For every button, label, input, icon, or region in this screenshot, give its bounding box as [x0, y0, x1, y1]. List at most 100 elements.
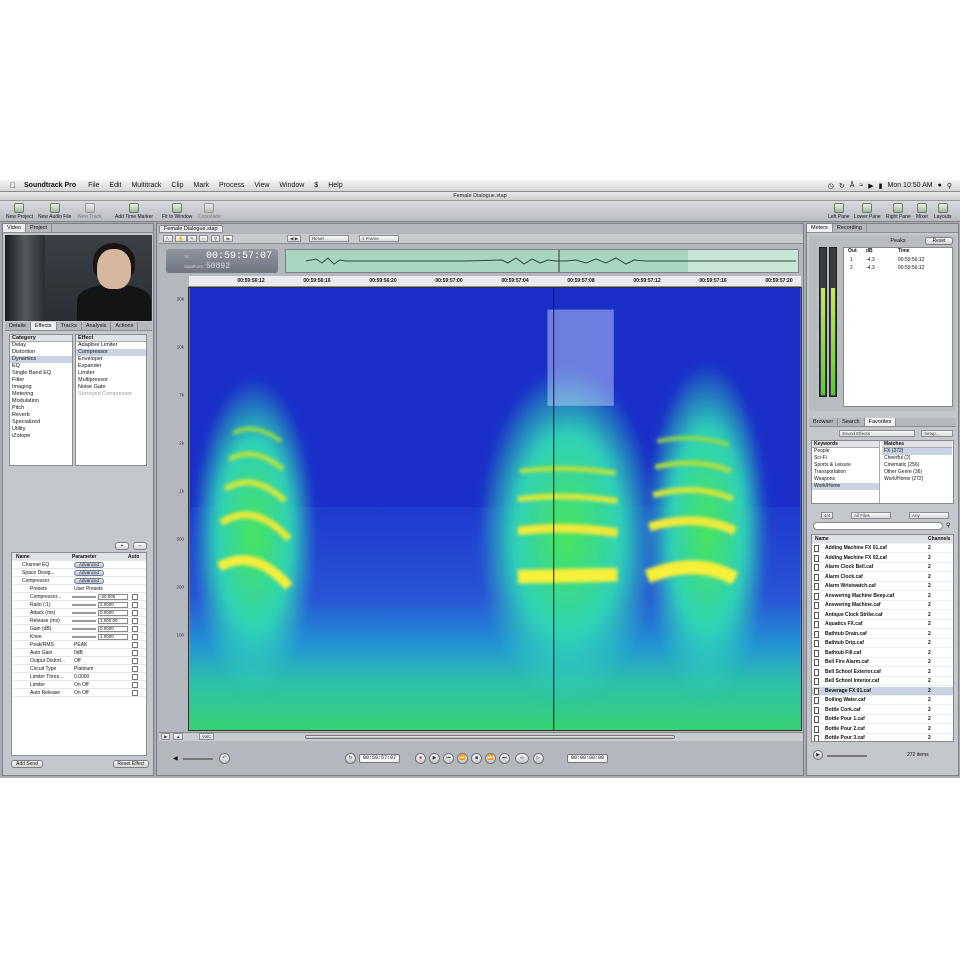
- effect-item[interactable]: Noise Gate: [76, 384, 146, 391]
- zoom-in-button[interactable]: ▲: [173, 733, 184, 740]
- category-item[interactable]: Utility: [10, 426, 72, 433]
- file-row[interactable]: Bottle Pour 3.caf 2: [812, 734, 953, 741]
- play-button[interactable]: ▶: [429, 753, 440, 764]
- apple-menu-icon[interactable]: : [8, 181, 18, 190]
- automation-checkbox[interactable]: [132, 658, 138, 664]
- filter-any-select[interactable]: Any: [909, 512, 949, 519]
- automation-checkbox[interactable]: [132, 602, 138, 608]
- pointer-tool[interactable]: ↖: [163, 235, 173, 242]
- match-item[interactable]: Cinematic (256): [882, 462, 952, 469]
- reset-tool-button[interactable]: Reset: [309, 235, 349, 242]
- menu-clock[interactable]: Mon 10:50 AM: [887, 182, 932, 189]
- parameter-value[interactable]: 0.0000: [74, 673, 89, 681]
- tab-browser[interactable]: Browser: [809, 418, 839, 426]
- scrub-tool[interactable]: ⇆: [223, 235, 233, 242]
- parameter-slider[interactable]: [72, 596, 96, 598]
- parameter-value[interactable]: Off: [74, 657, 81, 665]
- category-item[interactable]: Single Band EQ: [10, 370, 72, 377]
- app-menu[interactable]: Soundtrack Pro: [24, 182, 76, 189]
- parameter-value[interactable]: 0dB: [74, 649, 83, 657]
- automation-checkbox[interactable]: [132, 650, 138, 656]
- file-row[interactable]: Answering Machine.caf 2: [812, 601, 953, 610]
- automation-checkbox[interactable]: [132, 626, 138, 632]
- lower-pane-button[interactable]: Lower Pane: [854, 203, 881, 220]
- effect-row[interactable]: Space Desig... Advanced: [12, 569, 146, 577]
- timecode-display[interactable]: TC SAMPLES 00:59:57:07 50892: [166, 249, 278, 273]
- global-waveform-view[interactable]: [285, 249, 799, 273]
- automation-checkbox[interactable]: [132, 634, 138, 640]
- file-tab[interactable]: Female Dialogue.stap: [159, 225, 223, 233]
- volume-icon[interactable]: ▶: [868, 182, 873, 190]
- to-start-button[interactable]: ⏮: [443, 753, 454, 764]
- tab-project[interactable]: Project: [26, 224, 53, 232]
- parameter-slider[interactable]: [72, 636, 96, 638]
- match-item[interactable]: Other Genre (36): [882, 469, 952, 476]
- automation-checkbox[interactable]: [132, 674, 138, 680]
- left-pane-button[interactable]: Left Pane: [828, 203, 849, 220]
- parameter-value[interactable]: 2.0000: [98, 602, 128, 608]
- file-row[interactable]: Boiling Water.caf 2: [812, 696, 953, 705]
- effect-item[interactable]: Surround Compressor: [76, 391, 146, 398]
- add-time-marker-button[interactable]: Add Time Marker: [115, 203, 153, 220]
- file-row[interactable]: Bell School Interior.caf 2: [812, 677, 953, 686]
- reset-effect-button[interactable]: Reset Effect: [113, 760, 149, 768]
- match-item[interactable]: FX (272): [882, 448, 952, 455]
- crossfade-button[interactable]: Crossfade: [198, 203, 221, 220]
- new-track-button[interactable]: New Track: [78, 203, 102, 220]
- match-item[interactable]: Work/Home (272): [882, 476, 952, 483]
- selection-box[interactable]: [547, 309, 614, 406]
- file-row[interactable]: Bottle Pour 2.caf 2: [812, 725, 953, 734]
- file-row[interactable]: Bathtub Drain.caf 2: [812, 630, 953, 639]
- automation-checkbox[interactable]: [132, 682, 138, 688]
- user-icon[interactable]: ●: [938, 182, 942, 189]
- new-project-button[interactable]: New Project: [6, 203, 33, 220]
- filter-count[interactable]: 4/4: [821, 512, 834, 519]
- effect-item[interactable]: Expander: [76, 363, 146, 370]
- category-item[interactable]: Imaging: [10, 384, 72, 391]
- file-row[interactable]: Antique Clock Strike.caf 2: [812, 611, 953, 620]
- zoom-tool[interactable]: ⚲: [211, 235, 221, 242]
- parameter-value[interactable]: -20.000: [98, 594, 128, 600]
- parameter-value[interactable]: PEAK: [74, 641, 87, 649]
- effect-item[interactable]: Enveloper: [76, 356, 146, 363]
- menu-view[interactable]: View: [254, 182, 269, 189]
- tab-effects[interactable]: Effects: [30, 322, 57, 330]
- keyword-item[interactable]: Sci-Fi: [812, 455, 879, 462]
- automation-checkbox[interactable]: [132, 690, 138, 696]
- reset-peaks-button[interactable]: Reset: [925, 237, 953, 245]
- tab-recording[interactable]: Recording: [833, 224, 867, 232]
- tab-video[interactable]: Video: [3, 224, 26, 232]
- effect-row[interactable]: Compressor Advanced: [12, 577, 146, 585]
- advanced-button[interactable]: Advanced: [74, 562, 104, 568]
- add-send-button[interactable]: Add Send: [11, 760, 43, 768]
- parameter-value[interactable]: On Off: [74, 689, 89, 697]
- zoom-out-button[interactable]: ▶: [161, 733, 171, 740]
- nav-back-button[interactable]: ◀ ▶: [287, 235, 302, 242]
- file-row[interactable]: Bathtub Drip.caf 2: [812, 639, 953, 648]
- file-row[interactable]: Adding Machine FX 01.caf 2: [812, 544, 953, 553]
- file-row[interactable]: Alarm Wristwatch.caf 2: [812, 582, 953, 591]
- wifi-icon[interactable]: ≈: [859, 182, 863, 189]
- cycle-button[interactable]: ∞: [515, 753, 529, 764]
- horizontal-scrollbar[interactable]: ▶ ▲ ValC: [159, 732, 803, 741]
- tab-favorites[interactable]: Favorites: [864, 418, 897, 426]
- category-item[interactable]: EQ: [10, 363, 72, 370]
- lasso-tool[interactable]: ○: [199, 235, 208, 242]
- menu-edit[interactable]: Edit: [109, 182, 121, 189]
- pencil-tool[interactable]: ✎: [187, 235, 197, 242]
- zoom-mode-select[interactable]: ValC: [199, 733, 215, 740]
- preview-play-button[interactable]: ▶: [813, 750, 823, 760]
- parameter-slider[interactable]: [72, 604, 96, 606]
- file-row[interactable]: Bathtub Fill.caf 2: [812, 649, 953, 658]
- selection-length[interactable]: 00:00:00:00: [567, 754, 609, 763]
- file-row[interactable]: Aquatics FX.caf 2: [812, 620, 953, 629]
- keyword-item[interactable]: Sports & Leisure: [812, 462, 879, 469]
- presets-value[interactable]: User Presets: [74, 585, 103, 593]
- parameter-value[interactable]: Platinum: [74, 665, 93, 673]
- sync-icon[interactable]: ↻: [839, 182, 845, 190]
- hand-tool[interactable]: ✋: [175, 235, 187, 242]
- file-row[interactable]: Alarm Clock Bell.caf 2: [812, 563, 953, 572]
- automation-checkbox[interactable]: [132, 642, 138, 648]
- tab-meters[interactable]: Meters: [807, 224, 833, 232]
- tab-details[interactable]: Details: [5, 322, 31, 330]
